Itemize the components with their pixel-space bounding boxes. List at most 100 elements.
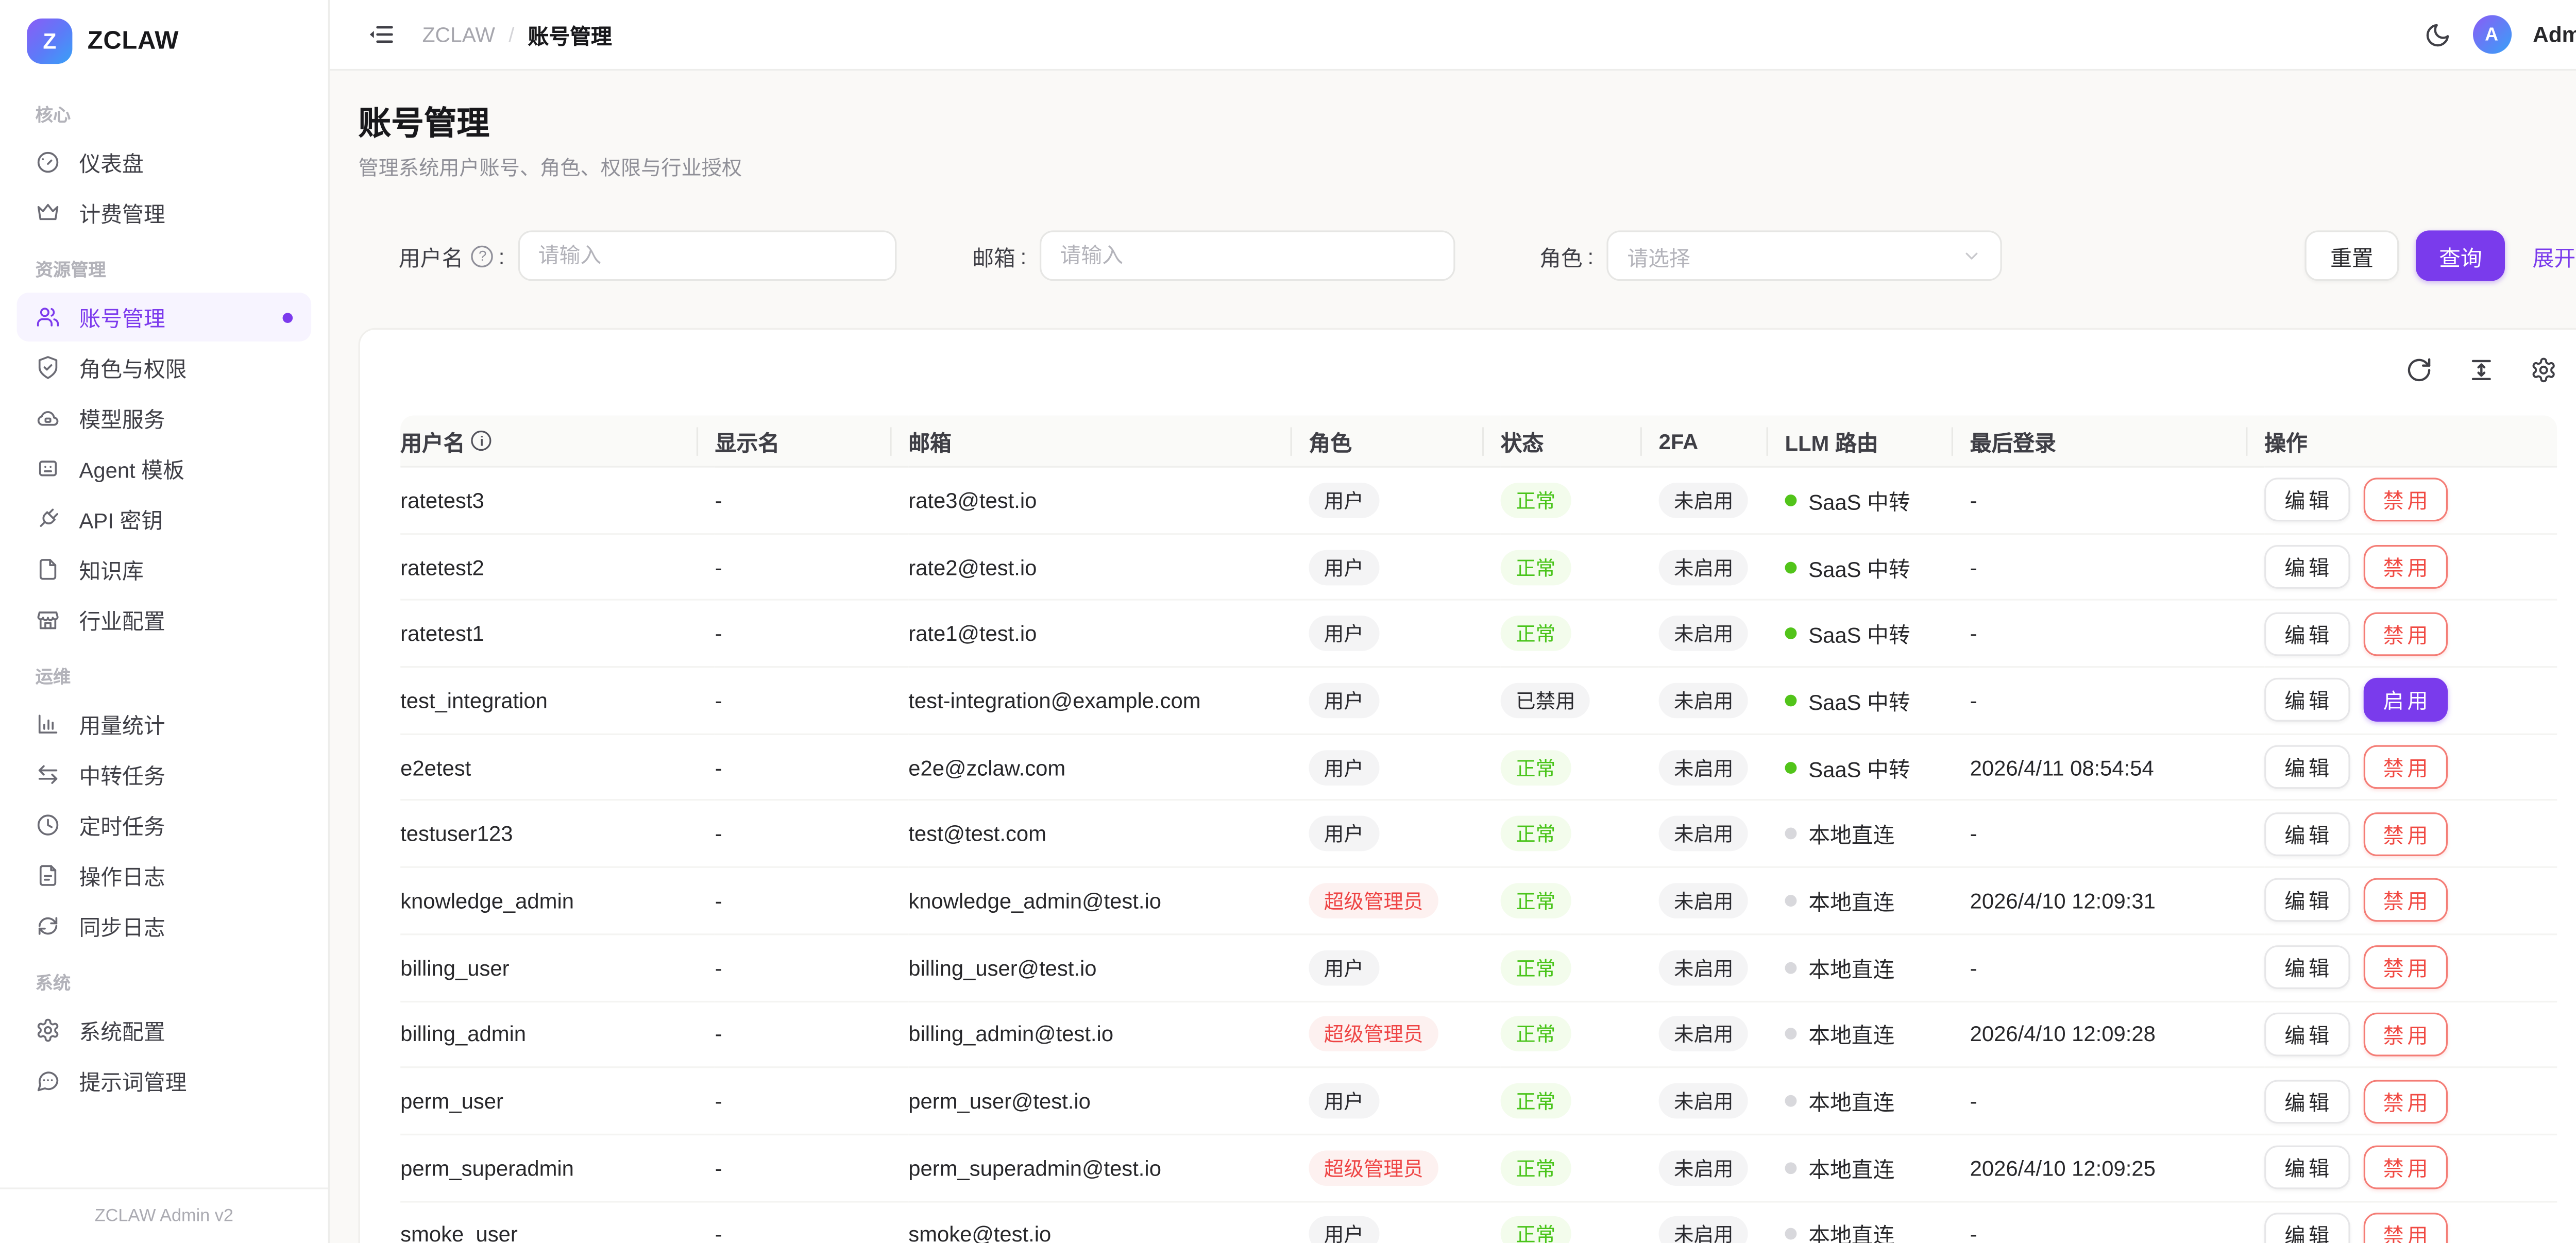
edit-button[interactable]: 编辑 <box>2264 745 2349 789</box>
edit-button[interactable]: 编辑 <box>2264 1012 2349 1056</box>
sidebar-item-sync-logs[interactable]: 同步日志 <box>17 901 311 950</box>
username-filter-input[interactable] <box>518 230 897 281</box>
refresh-icon[interactable] <box>2405 356 2432 383</box>
cell-status: 正常 <box>1501 534 1659 601</box>
row-actions: 编辑禁用 <box>2264 1213 2557 1243</box>
disable-button[interactable]: 禁用 <box>2363 745 2448 789</box>
breadcrumb-separator: / <box>509 23 514 46</box>
table-settings-gear-icon[interactable] <box>2530 356 2557 383</box>
sidebar-item-dashboard[interactable]: 仪表盘 <box>17 138 311 187</box>
message-dots-icon <box>36 1068 61 1093</box>
disable-button[interactable]: 禁用 <box>2363 1012 2448 1056</box>
sidebar-item-relay-tasks[interactable]: 中转任务 <box>17 750 311 799</box>
cell-display-name: - <box>715 1068 909 1135</box>
disable-button[interactable]: 禁用 <box>2363 879 2448 923</box>
info-icon: i <box>472 431 492 451</box>
col-actions[interactable]: 操作 <box>2264 416 2557 468</box>
sidebar-section-label: 运维 <box>0 646 328 698</box>
disable-button[interactable]: 禁用 <box>2363 545 2448 589</box>
cell-username: perm_superadmin <box>400 1135 715 1202</box>
breadcrumb-root[interactable]: ZCLAW <box>422 23 495 46</box>
cell-role: 用户 <box>1309 735 1500 802</box>
disable-button[interactable]: 禁用 <box>2363 812 2448 856</box>
route-status-dot <box>1785 828 1797 840</box>
sidebar-item-models[interactable]: 模型服务 <box>17 394 311 442</box>
role-filter-select[interactable]: 请选择 <box>1607 230 2002 281</box>
sidebar-item-prompts[interactable]: 提示词管理 <box>17 1057 311 1105</box>
cell-actions: 编辑禁用 <box>2264 1135 2557 1202</box>
cell-display-name: - <box>715 935 909 1002</box>
clock-icon <box>36 812 61 838</box>
sidebar-item-knowledge[interactable]: 知识库 <box>17 545 311 594</box>
role-badge: 用户 <box>1309 750 1379 785</box>
sidebar-item-usage[interactable]: 用量统计 <box>17 700 311 748</box>
route-label: 本地直连 <box>1808 818 1894 850</box>
edit-button[interactable]: 编辑 <box>2264 612 2349 656</box>
enable-button[interactable]: 启用 <box>2363 678 2448 722</box>
disable-button[interactable]: 禁用 <box>2363 1213 2448 1243</box>
edit-button[interactable]: 编辑 <box>2264 1213 2349 1243</box>
sidebar-item-accounts[interactable]: 账号管理 <box>17 293 311 342</box>
row-density-icon[interactable] <box>2468 356 2495 383</box>
edit-button[interactable]: 编辑 <box>2264 678 2349 722</box>
expand-toggle[interactable]: 展开 <box>2533 240 2576 271</box>
disable-button[interactable]: 禁用 <box>2363 1079 2448 1123</box>
disable-button[interactable]: 禁用 <box>2363 478 2448 522</box>
help-icon[interactable]: ? <box>472 245 494 266</box>
row-actions: 编辑禁用 <box>2264 1146 2557 1189</box>
cell-status: 正常 <box>1501 1001 1659 1068</box>
sidebar-item-agent-templates[interactable]: Agent 模板 <box>17 444 311 493</box>
robot-icon <box>36 456 61 481</box>
col-role[interactable]: 角色 <box>1309 416 1500 468</box>
sidebar-item-roles[interactable]: 角色与权限 <box>17 343 311 392</box>
sidebar-item-label: 行业配置 <box>79 604 165 636</box>
user-avatar[interactable]: A <box>2472 15 2511 54</box>
sidebar-item-settings[interactable]: 系统配置 <box>17 1006 311 1055</box>
llm-route: SaaS 中转 <box>1785 618 1970 650</box>
twofa-badge: 未启用 <box>1659 750 1749 785</box>
edit-button[interactable]: 编辑 <box>2264 879 2349 923</box>
search-button[interactable]: 查询 <box>2415 230 2505 281</box>
sidebar-item-industry[interactable]: 行业配置 <box>17 595 311 644</box>
status-badge: 正常 <box>1501 1217 1571 1243</box>
sidebar-item-op-logs[interactable]: 操作日志 <box>17 851 311 900</box>
edit-button[interactable]: 编辑 <box>2264 545 2349 589</box>
sidebar-item-api-keys[interactable]: API 密钥 <box>17 495 311 543</box>
cell-last-login: 2026/4/10 12:09:28 <box>1970 1001 2264 1068</box>
col-2fa[interactable]: 2FA <box>1659 416 1785 468</box>
col-username[interactable]: 用户名i <box>400 416 715 468</box>
sidebar-item-label: 知识库 <box>79 553 143 585</box>
route-status-dot <box>1785 1162 1797 1173</box>
cell-display-name: - <box>715 868 909 935</box>
reset-button[interactable]: 重置 <box>2305 230 2399 281</box>
sidebar-item-billing[interactable]: 计费管理 <box>17 189 311 237</box>
collapse-sidebar-icon[interactable] <box>367 20 396 49</box>
col-display-name[interactable]: 显示名 <box>715 416 909 468</box>
col-last-login[interactable]: 最后登录 <box>1970 416 2264 468</box>
sidebar-item-cron[interactable]: 定时任务 <box>17 801 311 849</box>
cell-username: ratetest1 <box>400 601 715 668</box>
edit-button[interactable]: 编辑 <box>2264 1079 2349 1123</box>
sidebar-section-label: 系统 <box>0 952 328 1004</box>
col-llm-route[interactable]: LLM 路由 <box>1785 416 1970 468</box>
disable-button[interactable]: 禁用 <box>2363 612 2448 656</box>
disable-button[interactable]: 禁用 <box>2363 1146 2448 1189</box>
disable-button[interactable]: 禁用 <box>2363 946 2448 990</box>
email-filter-input[interactable] <box>1040 230 1455 281</box>
edit-button[interactable]: 编辑 <box>2264 478 2349 522</box>
cell-last-login: 2026/4/10 12:09:31 <box>1970 868 2264 935</box>
cell-actions: 编辑禁用 <box>2264 1202 2557 1243</box>
llm-route: 本地直连 <box>1785 884 1970 916</box>
table-row: billing_admin-billing_admin@test.io超级管理员… <box>400 1001 2557 1068</box>
user-name[interactable]: Admin <box>2533 22 2576 47</box>
col-email[interactable]: 邮箱 <box>908 416 1309 468</box>
cell-role: 超级管理员 <box>1309 868 1500 935</box>
dark-mode-toggle-moon-icon[interactable] <box>2424 21 2450 48</box>
cell-llm-route: 本地直连 <box>1785 1001 1970 1068</box>
cell-username: ratetest3 <box>400 468 715 535</box>
status-badge: 正常 <box>1501 549 1571 585</box>
edit-button[interactable]: 编辑 <box>2264 946 2349 990</box>
edit-button[interactable]: 编辑 <box>2264 812 2349 856</box>
col-status[interactable]: 状态 <box>1501 416 1659 468</box>
edit-button[interactable]: 编辑 <box>2264 1146 2349 1189</box>
